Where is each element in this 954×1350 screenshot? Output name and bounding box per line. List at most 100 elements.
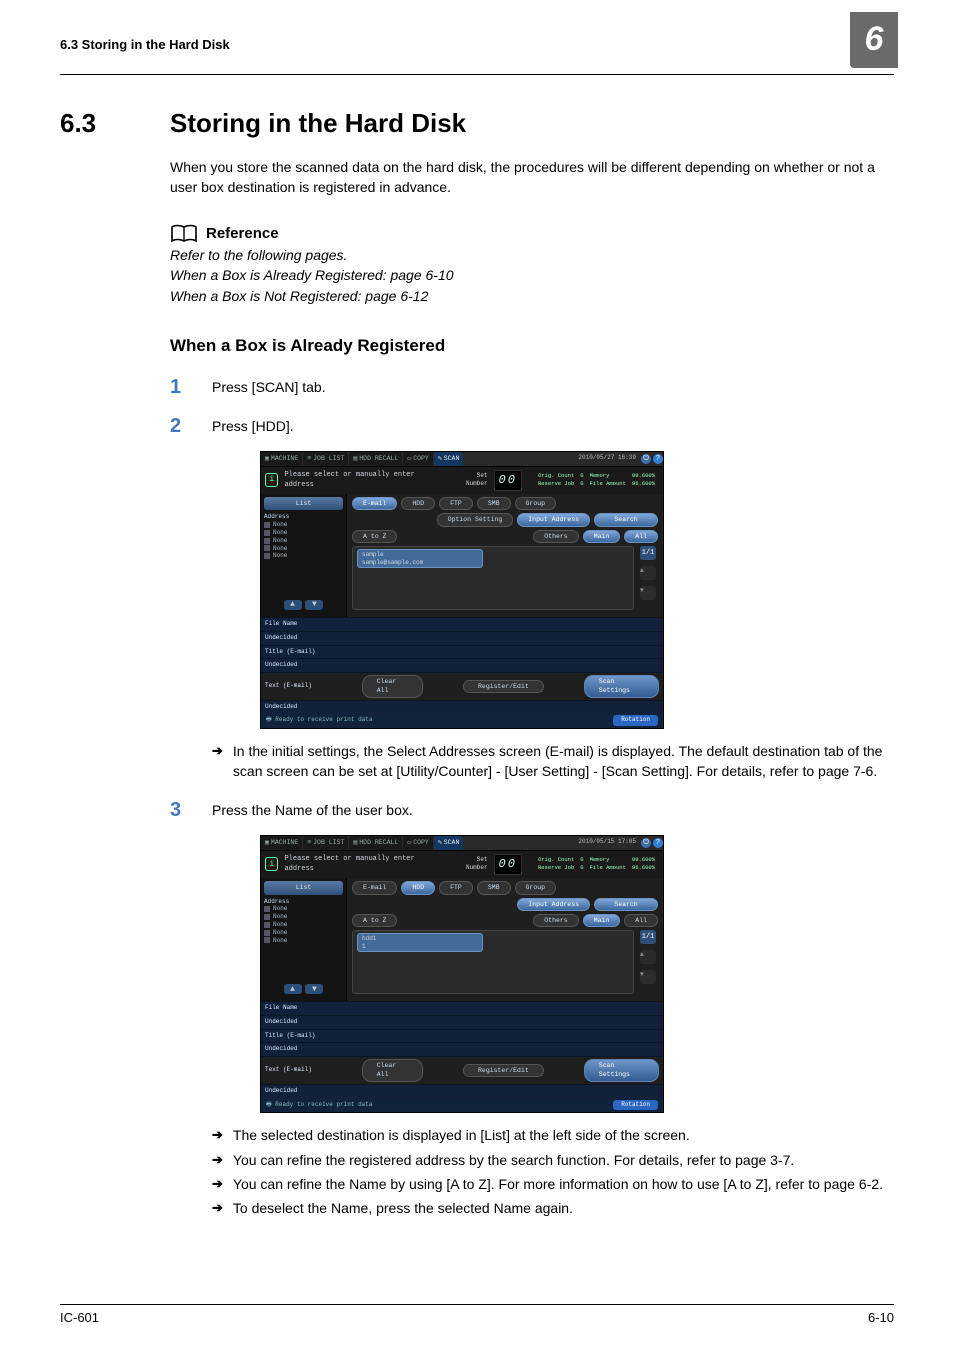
step3-note-2: You can refine the registered address by…: [212, 1150, 890, 1170]
tab-scan[interactable]: ✎SCAN: [434, 452, 464, 466]
divider: [60, 74, 894, 75]
server-icon: [264, 538, 270, 544]
power-icon[interactable]: ⏻: [641, 838, 651, 848]
group-icon: [264, 937, 270, 943]
address-entry[interactable]: sample sample@sample.com: [357, 549, 483, 568]
status-stats: Orig. Count0Memory99.600% Reserve Job0Fi…: [534, 471, 659, 490]
list-button[interactable]: List: [264, 881, 343, 894]
section-number: 6.3: [60, 105, 170, 143]
scroll-down-button[interactable]: ▼: [640, 970, 656, 984]
tab-hdd-recall[interactable]: ▤HDD RECALL: [349, 452, 402, 466]
section-title: Storing in the Hard Disk: [170, 105, 466, 143]
others-button[interactable]: Others: [533, 914, 578, 927]
reference-heading: Reference: [206, 223, 279, 245]
scroll-up-button[interactable]: ▲: [640, 950, 656, 964]
step-number-1: 1: [170, 373, 212, 402]
tab-machine[interactable]: ▣MACHINE: [261, 836, 302, 850]
step3-note-4: To deselect the Name, press the selected…: [212, 1198, 890, 1218]
others-button[interactable]: Others: [533, 530, 578, 543]
subsection-heading: When a Box is Already Registered: [170, 334, 890, 359]
clock: 2010/05/15 17:05: [575, 838, 639, 847]
top-message: Please select or manually enter address: [284, 470, 441, 490]
input-address-button[interactable]: Input Address: [517, 898, 590, 911]
printer-status: 🖶 Ready to receive print data: [266, 1101, 372, 1110]
dest-tab-smb[interactable]: SMB: [477, 881, 511, 894]
set-number-value: 00: [494, 470, 522, 491]
dest-tab-email[interactable]: E-mail: [352, 497, 397, 510]
tab-copy[interactable]: ▭COPY: [403, 452, 433, 466]
tab-hdd-recall[interactable]: ▤HDD RECALL: [349, 836, 402, 850]
footer-left: IC-601: [60, 1309, 99, 1328]
dest-tab-ftp[interactable]: FTP: [439, 497, 473, 510]
tab-machine[interactable]: ▣MACHINE: [261, 452, 302, 466]
info-icon: i: [265, 473, 278, 487]
clear-all-button[interactable]: Clear All: [362, 1059, 423, 1082]
tab-joblist[interactable]: ≡JOB LIST: [303, 836, 348, 850]
folder-icon: [264, 545, 270, 551]
step3-note-1: The selected destination is displayed in…: [212, 1125, 890, 1145]
group-icon: [264, 553, 270, 559]
rotation-button[interactable]: Rotation: [613, 715, 658, 726]
page-indicator: 1/1: [640, 930, 656, 944]
all-button[interactable]: All: [624, 914, 658, 927]
rotation-button[interactable]: Rotation: [613, 1100, 658, 1111]
list-up-button[interactable]: ▲: [284, 984, 302, 994]
footer-right: 6-10: [868, 1309, 894, 1328]
address-label: Address: [264, 513, 343, 521]
power-icon[interactable]: ⏻: [641, 454, 651, 464]
dest-tab-hdd[interactable]: HDD: [401, 497, 435, 510]
search-button[interactable]: Search: [594, 898, 658, 911]
reference-line-1: Refer to the following pages.: [170, 245, 890, 265]
scan-settings-button[interactable]: Scan Settings: [584, 675, 659, 698]
reference-line-2: When a Box is Already Registered: page 6…: [170, 265, 890, 285]
printer-status: 🖶 Ready to receive print data: [266, 716, 372, 725]
list-up-button[interactable]: ▲: [284, 600, 302, 610]
dest-tab-smb[interactable]: SMB: [477, 497, 511, 510]
clock: 2010/05/27 16:39: [575, 454, 639, 463]
address-label: Address: [264, 898, 343, 906]
step-text-1: Press [SCAN] tab.: [212, 373, 890, 397]
book-icon: [170, 224, 198, 244]
page-indicator: 1/1: [640, 546, 656, 560]
all-button[interactable]: All: [624, 530, 658, 543]
running-head-left: 6.3 Storing in the Hard Disk: [60, 36, 230, 55]
pc-icon: [264, 522, 270, 528]
register-edit-button[interactable]: Register/Edit: [463, 1064, 544, 1077]
tab-copy[interactable]: ▭COPY: [403, 836, 433, 850]
help-icon[interactable]: ?: [653, 838, 663, 848]
main-button[interactable]: Main: [583, 530, 621, 543]
list-down-button[interactable]: ▼: [305, 600, 323, 610]
dest-tab-email[interactable]: E-mail: [352, 881, 397, 894]
tab-joblist[interactable]: ≡JOB LIST: [303, 452, 348, 466]
step-text-2: Press [HDD].: [212, 416, 890, 436]
box-entry[interactable]: hdd1 1: [357, 933, 483, 952]
a-to-z-button[interactable]: A to Z: [352, 914, 397, 927]
step-text-3: Press the Name of the user box.: [212, 796, 890, 820]
status-stats: Orig. Count0Memory99.600% Reserve Job0Fi…: [534, 855, 659, 874]
dest-tab-group[interactable]: Group: [515, 497, 557, 510]
list-down-button[interactable]: ▼: [305, 984, 323, 994]
dest-tab-hdd[interactable]: HDD: [401, 881, 435, 894]
input-address-button[interactable]: Input Address: [517, 513, 590, 526]
help-icon[interactable]: ?: [653, 454, 663, 464]
folder-icon: [264, 930, 270, 936]
search-button[interactable]: Search: [594, 513, 658, 526]
a-to-z-button[interactable]: A to Z: [352, 530, 397, 543]
set-number-label: Set Number: [453, 856, 487, 873]
scroll-up-button[interactable]: ▲: [640, 566, 656, 580]
disk-icon: [264, 914, 270, 920]
dest-tab-group[interactable]: Group: [515, 881, 557, 894]
dest-tab-ftp[interactable]: FTP: [439, 881, 473, 894]
list-button[interactable]: List: [264, 497, 343, 510]
set-number-value: 00: [494, 854, 522, 875]
tab-scan[interactable]: ✎SCAN: [434, 836, 464, 850]
step-number-2: 2: [170, 412, 212, 441]
clear-all-button[interactable]: Clear All: [362, 675, 423, 698]
disk-icon: [264, 530, 270, 536]
option-setting-button[interactable]: Option Setting: [437, 513, 514, 526]
scan-settings-button[interactable]: Scan Settings: [584, 1059, 659, 1082]
scroll-down-button[interactable]: ▼: [640, 586, 656, 600]
register-edit-button[interactable]: Register/Edit: [463, 680, 544, 693]
info-icon: i: [265, 857, 278, 871]
main-button[interactable]: Main: [583, 914, 621, 927]
